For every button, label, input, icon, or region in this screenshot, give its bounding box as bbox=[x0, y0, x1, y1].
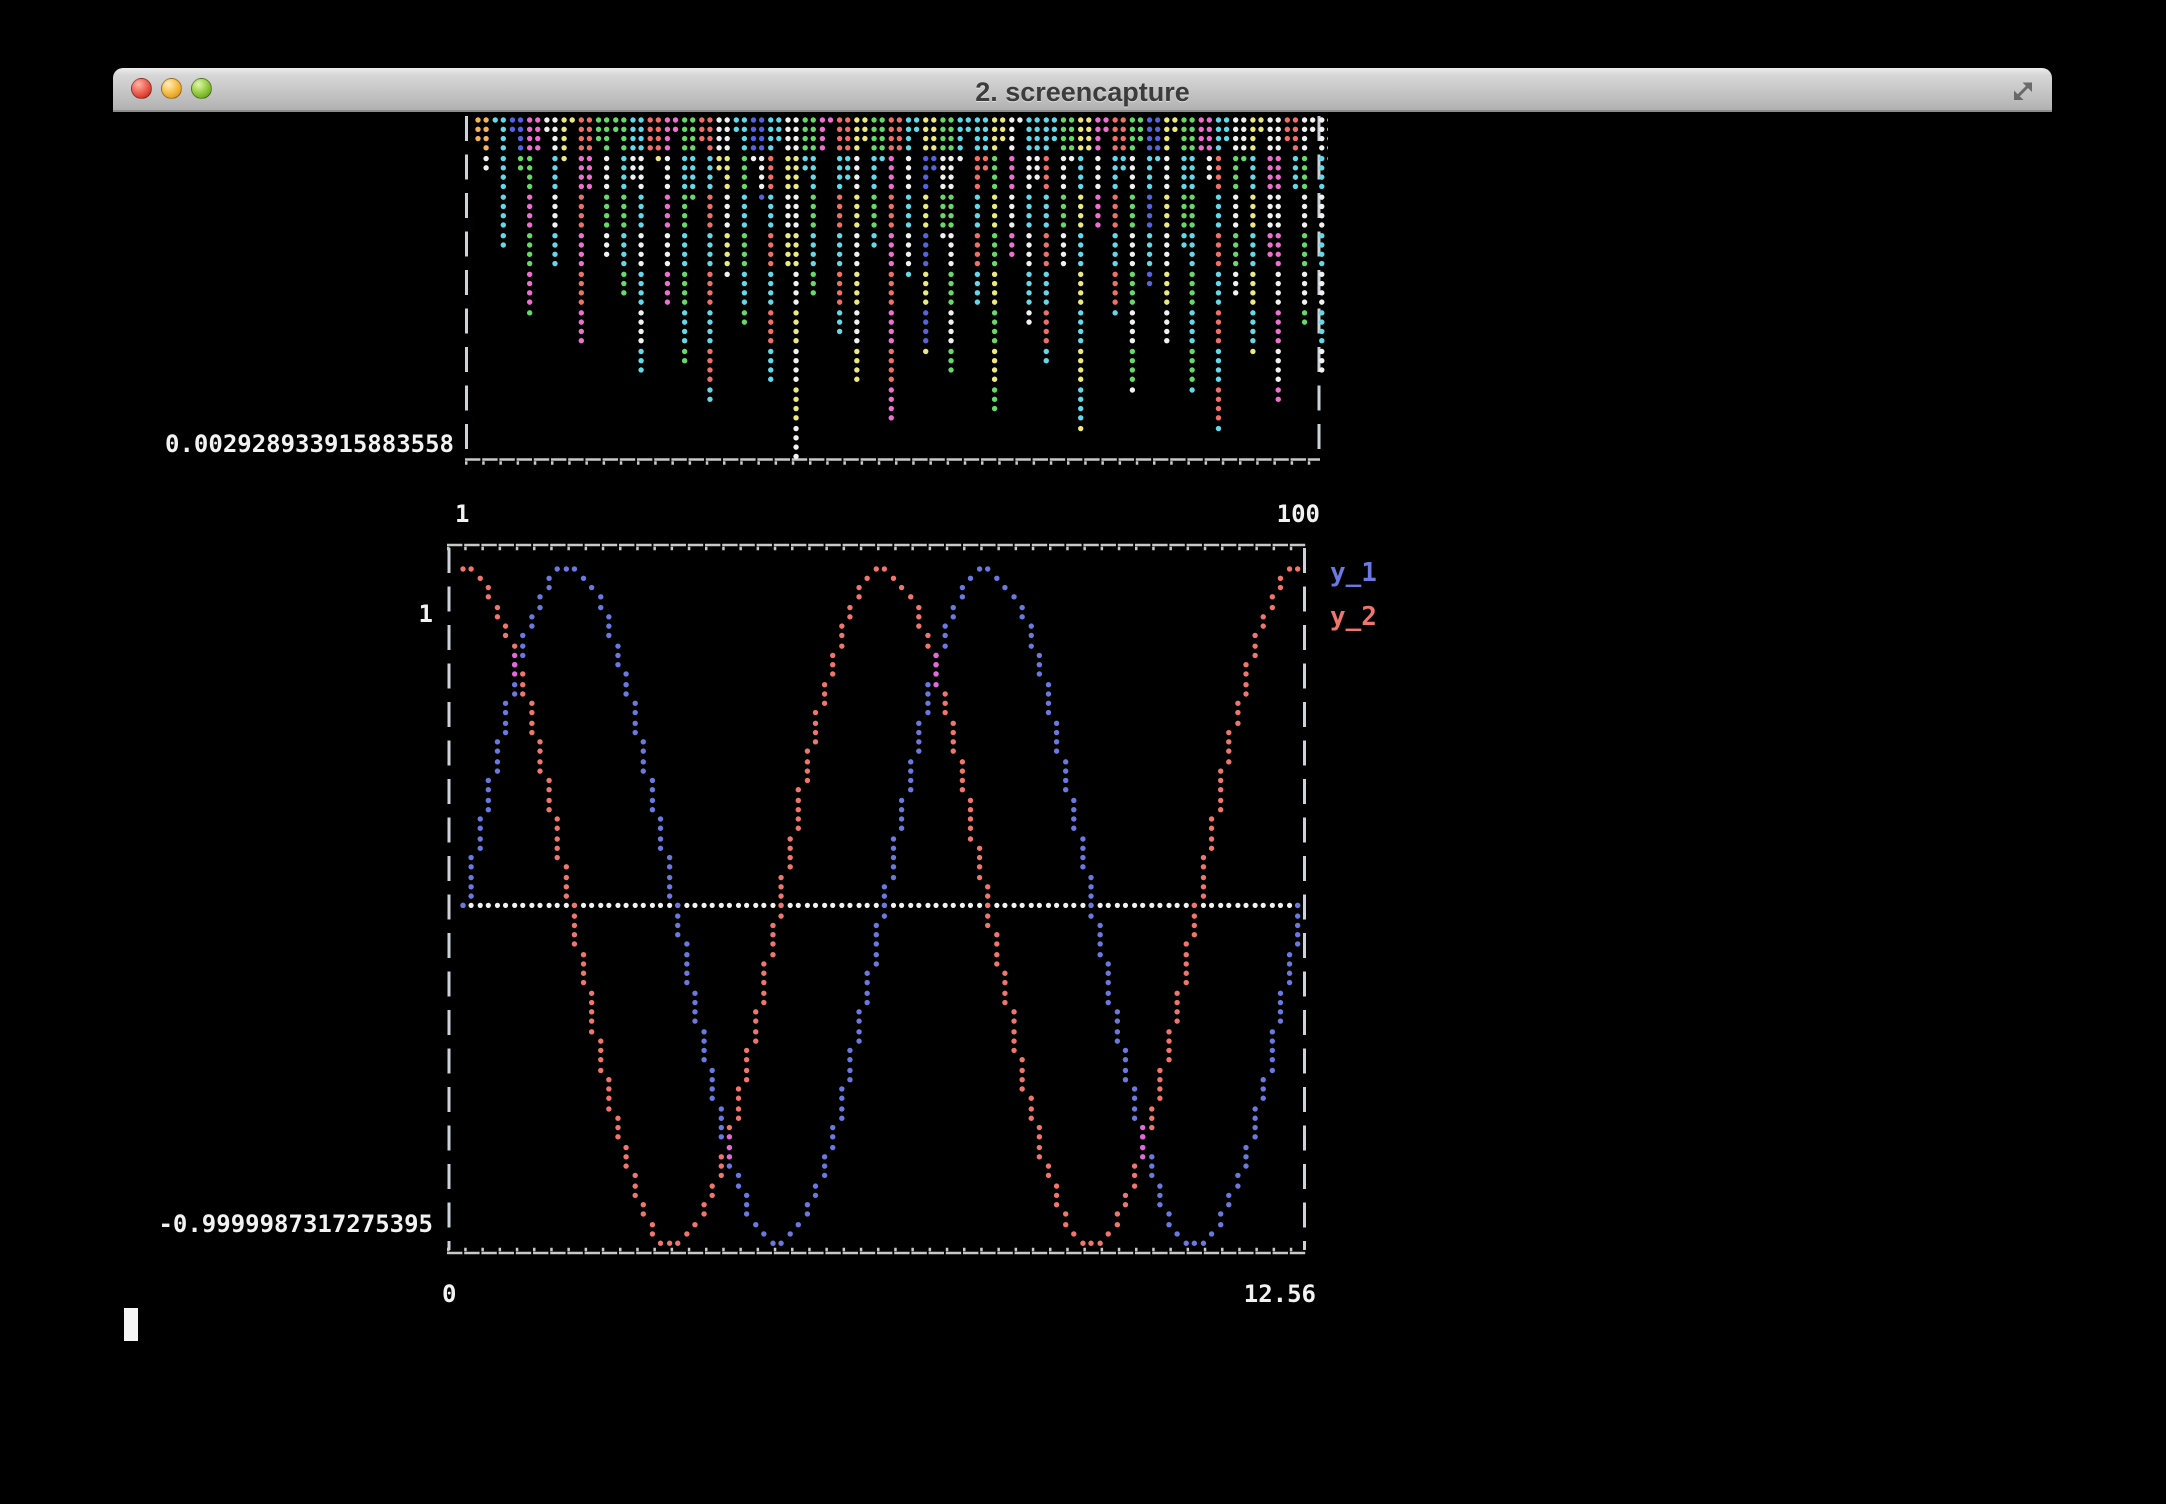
bottom-chart-ymin-label: -0.9999987317275395 bbox=[158, 1210, 433, 1239]
top-chart-ymin-label: 0.002928933915883558 bbox=[165, 430, 454, 459]
terminal-cursor[interactable] bbox=[124, 1308, 138, 1341]
bottom-chart-ymax-label: 1 bbox=[419, 600, 433, 629]
top-chart-xmin-label: 1 bbox=[455, 500, 469, 529]
title-bar[interactable]: 2. screencapture bbox=[113, 68, 2052, 112]
window-title: 2. screencapture bbox=[113, 77, 2052, 108]
bottom-chart-xmax-label: 12.56 bbox=[1244, 1280, 1316, 1309]
random-bars-chart bbox=[462, 114, 1328, 466]
screen: { "window": { "title": "2. screencapture… bbox=[0, 0, 2166, 1504]
top-chart-xmax-label: 100 bbox=[1277, 500, 1320, 529]
bottom-chart-xmin-label: 0 bbox=[442, 1280, 456, 1309]
legend-item-y2: y_2 bbox=[1330, 602, 1377, 632]
sin-cos-chart bbox=[444, 540, 1404, 1260]
legend-item-y1: y_1 bbox=[1330, 558, 1377, 588]
resize-icon[interactable] bbox=[2008, 76, 2038, 106]
